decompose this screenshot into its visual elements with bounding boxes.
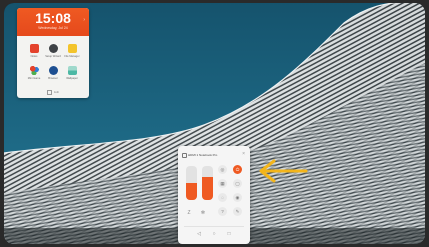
close-icon[interactable]: × (242, 152, 245, 157)
app-setup-wizard[interactable]: Setup Wizard (44, 44, 62, 62)
recents-icon[interactable]: □ (224, 229, 234, 239)
mute-icon[interactable]: ◌ (218, 193, 227, 202)
app-wallpaper[interactable]: Wallpaper (63, 66, 81, 84)
back-icon[interactable]: ◁ (194, 229, 204, 239)
power-icon[interactable]: ⏻ (233, 165, 242, 174)
clock-header: 15:08 Wednesday, Jul 24 › (17, 8, 89, 36)
globe-icon (48, 66, 58, 75)
folder-icon (67, 44, 77, 53)
app-label: Setup Wizard (45, 55, 61, 58)
widget-edit-label: Edit (54, 90, 59, 95)
notes-icon (29, 44, 39, 53)
clock-widget: 15:08 Wednesday, Jul 24 › Notes Setup Wi… (17, 8, 89, 98)
volume-level (202, 176, 213, 200)
snowflake-icon[interactable]: ✻ (198, 208, 208, 218)
eye-icon[interactable]: ◎ (218, 165, 227, 174)
grid-icon[interactable]: ▦ (218, 179, 227, 188)
app-file-manager[interactable]: File Manager (63, 44, 81, 62)
screen-icon[interactable]: ▢ (233, 179, 242, 188)
question-icon[interactable]: ? (218, 207, 227, 216)
brightness-slider[interactable] (186, 166, 197, 200)
app-browser[interactable]: Browser (44, 66, 62, 84)
arrow-left-icon (259, 159, 308, 183)
clock-time: 15:08 (35, 10, 71, 26)
app-label: Notes (30, 55, 38, 58)
gear-icon (48, 44, 58, 53)
display-screen: 15:08 Wednesday, Jul 24 › Notes Setup Wi… (4, 3, 425, 244)
input-source-icon (182, 153, 187, 158)
brush-icon[interactable]: ✎ (233, 207, 242, 216)
app-label: Mini Game (27, 77, 41, 80)
grid-icon (47, 90, 53, 95)
control-center-panel: HDMI 1 Notebook Pro × ◎ ⏻ ▦ ▢ ◌ ◉ ? ✎ Z … (178, 146, 250, 244)
divider (184, 226, 244, 227)
chevron-right-icon[interactable]: › (83, 18, 85, 23)
home-icon[interactable]: ○ (209, 229, 219, 239)
clock-date: Wednesday, Jul 24 (38, 26, 68, 30)
app-label: File Manager (64, 55, 80, 58)
input-source-title[interactable]: HDMI 1 Notebook Pro (188, 153, 217, 157)
brightness-level (186, 183, 197, 200)
landscape-icon (67, 66, 77, 75)
game-icon (29, 66, 39, 75)
app-notes[interactable]: Notes (25, 44, 43, 62)
app-mini-game[interactable]: Mini Game (25, 66, 43, 84)
volume-slider[interactable] (202, 166, 213, 200)
target-icon[interactable]: ◉ (233, 193, 242, 202)
widget-edit-button[interactable]: Edit (17, 90, 89, 95)
app-label: Browser (48, 77, 58, 80)
timer-icon[interactable]: Z (184, 208, 194, 218)
app-label: Wallpaper (66, 77, 78, 80)
